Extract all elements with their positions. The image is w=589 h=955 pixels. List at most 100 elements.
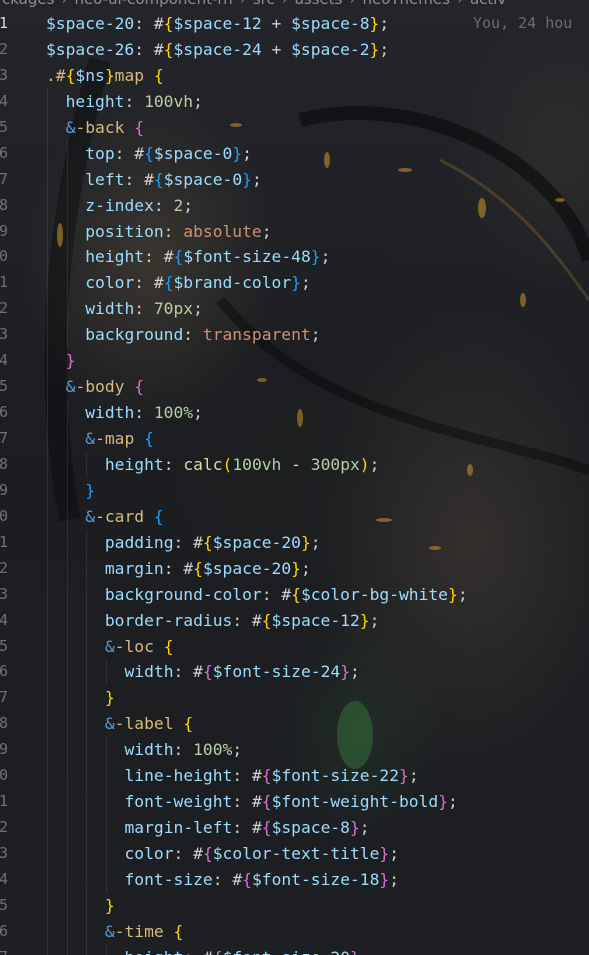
indent-guide	[47, 503, 48, 530]
indent-guide	[66, 892, 68, 919]
code-line[interactable]: 3 .#{$ns}map {	[0, 63, 589, 89]
code-line[interactable]: 4 border-radius: #{$space-12};	[0, 607, 589, 634]
code-line[interactable]: 9 width: 100%;	[0, 737, 589, 764]
code-line[interactable]: 7 &-map {	[0, 426, 589, 452]
code-line[interactable]: 7 height: #{$font-size-20}	[0, 944, 589, 955]
breadcrumb-segment[interactable]: ckages	[2, 0, 54, 8]
code-token: ;	[457, 584, 468, 604]
code-line[interactable]: 3 background: transparent;	[0, 322, 589, 349]
code-line[interactable]: 2 width: 70px;	[0, 296, 589, 323]
code-token: ;	[350, 662, 360, 682]
code-line[interactable]: 2 $space-26: #{$space-24 + $space-2};	[0, 37, 589, 63]
code-token: width	[85, 299, 135, 319]
code-line[interactable]: 6 width: 100%;	[0, 400, 589, 426]
indent-guide	[47, 451, 48, 478]
code-token: ;	[448, 792, 458, 812]
code-line[interactable]: 9}	[0, 477, 589, 504]
code-token: :	[153, 195, 174, 215]
code-line[interactable]: 9 position: absolute;	[0, 218, 589, 245]
code-text: }	[85, 478, 95, 504]
indent-guide	[66, 503, 68, 530]
code-line[interactable]: 5 &-back {	[0, 114, 589, 141]
code-line[interactable]: 6 &-time {	[0, 918, 589, 945]
indent-guide	[86, 763, 88, 790]
indent-guide	[86, 815, 88, 841]
breadcrumb-segment[interactable]: neo-ui-component-rn	[74, 0, 232, 8]
code-line[interactable]: 6 top: #{$space-0};	[0, 140, 589, 167]
line-number: 4	[0, 351, 8, 370]
code-editor[interactable]: ckages›neo-ui-component-rn›src›assets›ne…	[0, 0, 589, 955]
indent-guide	[47, 659, 48, 686]
code-line[interactable]: 5}	[0, 892, 589, 919]
code-line[interactable]: 0 line-height: #{$font-size-22};	[0, 763, 589, 790]
code-text: height: 100vh;	[66, 89, 203, 115]
code-token: &	[65, 377, 76, 397]
code-token: {	[163, 39, 174, 59]
code-token: #	[144, 169, 154, 189]
line-number: 6	[0, 403, 8, 422]
code-line[interactable]: 0 height: #{$font-size-48};	[0, 244, 589, 271]
indent-guide	[47, 866, 48, 893]
breadcrumb[interactable]: ckages›neo-ui-component-rn›src›assets›ne…	[0, 0, 589, 8]
breadcrumb-segment[interactable]: neoThemes	[362, 0, 449, 8]
code-token: -	[281, 454, 311, 474]
code-line[interactable]: 0 &-card {	[0, 503, 589, 530]
code-line[interactable]: 8 height: calc(100vh - 300px);	[0, 451, 589, 478]
code-token: {	[144, 429, 154, 448]
indent-guide	[86, 789, 88, 816]
code-text: &-map {	[85, 426, 154, 452]
breadcrumb-segment[interactable]: activ	[470, 0, 506, 8]
code-line[interactable]: 5 &-body {	[0, 374, 589, 401]
code-line[interactable]: 1 font-weight: #{$font-weight-bold};	[0, 789, 589, 816]
code-text: height: #{$font-size-48};	[85, 244, 330, 270]
code-line[interactable]: 3 color: #{$color-text-title};	[0, 841, 589, 867]
code-token: left	[85, 169, 125, 189]
code-token: #	[251, 766, 262, 786]
code-token: 100%	[193, 740, 233, 760]
code-token: $font-size-20	[223, 948, 350, 955]
code-line[interactable]: 7}	[0, 685, 589, 712]
code-line[interactable]: 3 background-color: #{$color-bg-white};	[0, 581, 589, 608]
code-line[interactable]: 2 margin: #{$space-20};	[0, 555, 589, 582]
code-text: color: #{$color-text-title};	[125, 841, 400, 867]
code-text: }	[105, 685, 115, 711]
code-token: map	[114, 65, 154, 85]
breadcrumb-segment[interactable]: src	[253, 0, 275, 8]
code-token: :	[232, 610, 252, 630]
code-token: $space-12	[173, 14, 262, 33]
code-token: {	[202, 662, 213, 682]
code-token: #	[203, 948, 213, 955]
code-text: height: calc(100vh - 300px);	[105, 452, 380, 478]
code-line[interactable]: 8 &-label {	[0, 711, 589, 738]
indent-guide	[86, 866, 88, 893]
code-line[interactable]: 4 font-size: #{$font-size-18};	[0, 866, 589, 893]
indent-guide	[66, 685, 68, 712]
indent-guide	[47, 789, 48, 816]
code-token: #	[153, 39, 164, 59]
code-line[interactable]: 1 color: #{$brand-color};	[0, 270, 589, 297]
line-number: 1	[0, 14, 8, 32]
code-line[interactable]: 4 height: 100vh;	[0, 88, 589, 115]
code-line[interactable]: 5 &-loc {	[0, 633, 589, 660]
indent-guide	[105, 815, 107, 841]
indent-guide	[105, 737, 107, 764]
code-line[interactable]: 1 $space-20: #{$space-12 + $space-8}; You,…	[0, 11, 589, 37]
code-line[interactable]: 1 padding: #{$space-20};	[0, 529, 589, 556]
code-token: &	[65, 117, 76, 137]
code-token: :	[173, 532, 194, 552]
code-token: :	[124, 91, 145, 111]
code-line[interactable]: 2 margin-left: #{$space-8};	[0, 815, 589, 841]
code-token: $space-2	[291, 39, 370, 59]
breadcrumb-segment[interactable]: assets	[295, 0, 343, 8]
code-token: }	[104, 895, 115, 915]
line-number: 9	[0, 740, 8, 759]
code-lines[interactable]: 1 $space-20: #{$space-12 + $space-8}; You,…	[0, 11, 589, 955]
code-line[interactable]: 4}	[0, 348, 589, 375]
code-token: :	[173, 662, 194, 682]
code-line[interactable]: 6 width: #{$font-size-24};	[0, 659, 589, 686]
indent-guide	[66, 400, 68, 426]
code-line[interactable]: 8 z-index: 2;	[0, 192, 589, 219]
line-number: 8	[0, 454, 8, 473]
code-line[interactable]: 7 left: #{$space-0};	[0, 166, 589, 193]
code-token: ;	[379, 39, 390, 59]
